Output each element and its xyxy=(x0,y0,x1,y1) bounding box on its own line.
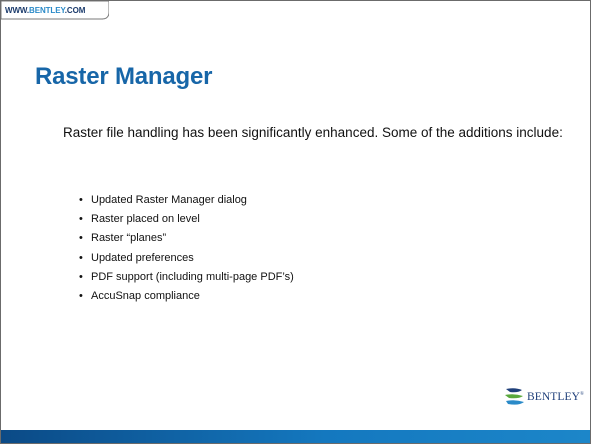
bullet-dot-icon: • xyxy=(79,270,83,283)
bullet-dot-icon: • xyxy=(79,232,83,245)
bullet-text: Updated Raster Manager dialog xyxy=(91,194,247,206)
logo-wordmark: BENTLEY® xyxy=(527,391,584,403)
site-url: WWW.BENTLEY.COM xyxy=(5,6,85,15)
logo-text: BENTLEY xyxy=(527,391,581,403)
slide: WWW.BENTLEY.COM Raster Manager Raster fi… xyxy=(0,0,591,444)
bentley-logo: BENTLEY® xyxy=(504,387,584,407)
header-tab: WWW.BENTLEY.COM xyxy=(1,1,109,23)
bullet-dot-icon: • xyxy=(79,194,83,206)
bullet-item: • Raster “planes” xyxy=(79,229,294,248)
bullet-dot-icon: • xyxy=(79,251,83,264)
logo-trademark: ® xyxy=(580,392,584,397)
bullet-item: • PDF support (including multi-page PDF’s… xyxy=(79,268,294,287)
bullet-text: Updated preferences xyxy=(91,251,194,264)
bullet-text: PDF support (including multi-page PDF’s) xyxy=(91,270,294,283)
bullet-dot-icon: • xyxy=(79,213,83,226)
bullet-text: Raster “planes” xyxy=(91,232,167,245)
site-url-com: .COM xyxy=(64,6,86,15)
bullet-item: • Raster placed on level xyxy=(79,210,294,229)
bentley-b-icon xyxy=(505,388,524,405)
bullet-text: AccuSnap compliance xyxy=(91,290,200,303)
bullet-item: • Updated Raster Manager dialog xyxy=(79,191,294,210)
intro-text: Raster file handling has been significan… xyxy=(63,125,563,140)
bullet-item: • Updated preferences xyxy=(79,249,294,268)
footer-bar xyxy=(1,430,590,443)
site-url-www: WWW. xyxy=(5,6,30,15)
bullet-dot-icon: • xyxy=(79,290,83,303)
bullet-text: Raster placed on level xyxy=(91,213,200,226)
slide-title: Raster Manager xyxy=(35,63,213,90)
bullet-item: • AccuSnap compliance xyxy=(79,287,294,306)
bullet-list: • Updated Raster Manager dialog • Raster p… xyxy=(79,191,294,306)
site-url-brand: BENTLEY xyxy=(29,6,65,15)
